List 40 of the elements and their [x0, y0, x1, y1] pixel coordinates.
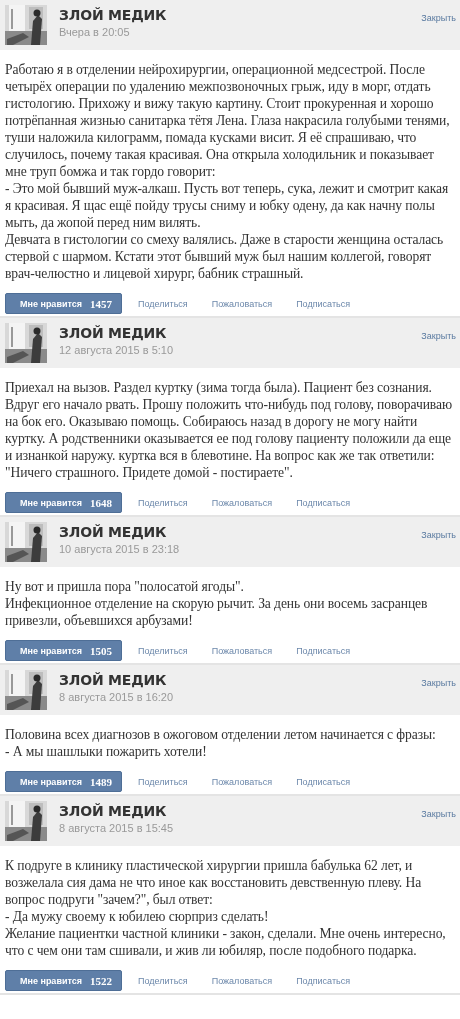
- post-text: К подруге в клинику пластической хирургии пришла бабулька 62 лет, и возжелала сия дама не что иное как восстановить девственную плеву. На вопрос подруги "зачем?", был ответ: - Да мужу своему к юбилею сюрприз сделать! Желание пациентки частной клиники - закон, сделали. Мне очень интересно, что с чем они там сшивали, и жив ли юбиляр, после подобного подарка.: [4, 857, 447, 960]
- like-button[interactable]: Мне нравится 1457: [5, 293, 122, 314]
- action-link[interactable]: Пожаловаться: [211, 975, 273, 986]
- post-date[interactable]: 8 августа 2015 в 15:45: [59, 822, 422, 834]
- action-link[interactable]: Пожаловаться: [211, 776, 273, 787]
- close-link[interactable]: Закрыть: [421, 5, 456, 23]
- action-link[interactable]: Поделиться: [138, 497, 188, 508]
- author-name[interactable]: ЗЛОЙ МЕДИК: [59, 524, 422, 540]
- post-text: Половина всех диагнозов в ожоговом отделении летом начинается с фразы: - А мы шашлыки пожарить хотели!: [4, 726, 437, 761]
- action-link[interactable]: Поделиться: [138, 975, 188, 986]
- author-name[interactable]: ЗЛОЙ МЕДИК: [59, 325, 422, 341]
- action-link[interactable]: Подписаться: [296, 497, 351, 508]
- author-name[interactable]: ЗЛОЙ МЕДИК: [59, 803, 422, 819]
- like-button[interactable]: Мне нравится 1505: [5, 640, 122, 661]
- action-link[interactable]: Подписаться: [296, 975, 351, 986]
- close-link[interactable]: Закрыть: [421, 323, 456, 341]
- close-link[interactable]: Закрыть: [421, 801, 456, 819]
- like-button[interactable]: Мне нравится 1648: [5, 492, 122, 513]
- action-link[interactable]: Поделиться: [138, 776, 188, 787]
- post-date[interactable]: 12 августа 2015 в 5:10: [59, 344, 422, 356]
- post-text: Ну вот и пришла пора "полосатой ягоды". Инфекционное отделение на скорую рычит. За день они восемь засранцев привезли, объевшихся арбузами!: [4, 578, 429, 630]
- action-link[interactable]: Подписаться: [296, 645, 351, 656]
- author-name[interactable]: ЗЛОЙ МЕДИК: [59, 672, 422, 688]
- action-link[interactable]: Поделиться: [138, 298, 188, 309]
- post-date[interactable]: 8 августа 2015 в 16:20: [59, 691, 422, 703]
- post-date[interactable]: 10 августа 2015 в 23:18: [59, 543, 422, 555]
- like-button[interactable]: Мне нравится 1489: [5, 771, 122, 792]
- action-link[interactable]: Пожаловаться: [211, 645, 273, 656]
- action-link[interactable]: Пожаловаться: [211, 298, 273, 309]
- action-link[interactable]: Пожаловаться: [211, 497, 273, 508]
- close-link[interactable]: Закрыть: [421, 522, 456, 540]
- post-date[interactable]: Вчера в 20:05: [59, 26, 422, 38]
- post-text: Работаю я в отделении нейрохирургии, операционной медсестрой. После четырёх операции по удалению межпозвоночных грыж, иду в морг, отдать гистологию. Прихожу и вижу такую картину. Стоит прокуренная и хорошо потрёпанная жизнью санитарка тётя Лена. Глаза накрасила голубыми тенями, туши наложила килограмм, помада кусками висит. Я её спрашиваю, что случилось, почему такая красивая. Она открыла холодильник и показывает мне труп бомжа и так гордо говорит: - Это мой бывший муж-алкаш. Пусть вот теперь, сука, лежит и смотрит какая я красивая. Я щас ещё пойду трусы сниму и юбку одену, да как начну полы мыть, да жопой перед ним вилять. Девчата в гистологии со смеху валялись. Даже в старости женщина осталась стервой с шармом. Кстати этот бывший муж был нашим коллегой, говорят врач-челюстно и лицевой хирург, бабник страшный.: [4, 61, 451, 283]
- like-button[interactable]: Мне нравится 1522: [5, 970, 122, 991]
- action-link[interactable]: Подписаться: [296, 776, 351, 787]
- author-name[interactable]: ЗЛОЙ МЕДИК: [59, 7, 422, 23]
- close-link[interactable]: Закрыть: [421, 670, 456, 688]
- action-link[interactable]: Подписаться: [296, 298, 351, 309]
- post-text: Приехал на вызов. Раздел куртку (зима тогда была). Пациент без сознания. Вдруг его начало рвать. Прошу положить что-нибудь под голову, поворачиваю на бок его. Оказываю помощь. Собираюсь назад в дорогу не могу найти куртку. А родственники оказывается ее под голову пациенту положили да еще и изнанкой наружу. куртка вся в блевотине. На вопрос как же так ответили: "Ничего страшного. Придете домой - постираете".: [4, 379, 453, 482]
- action-link[interactable]: Поделиться: [138, 645, 188, 656]
